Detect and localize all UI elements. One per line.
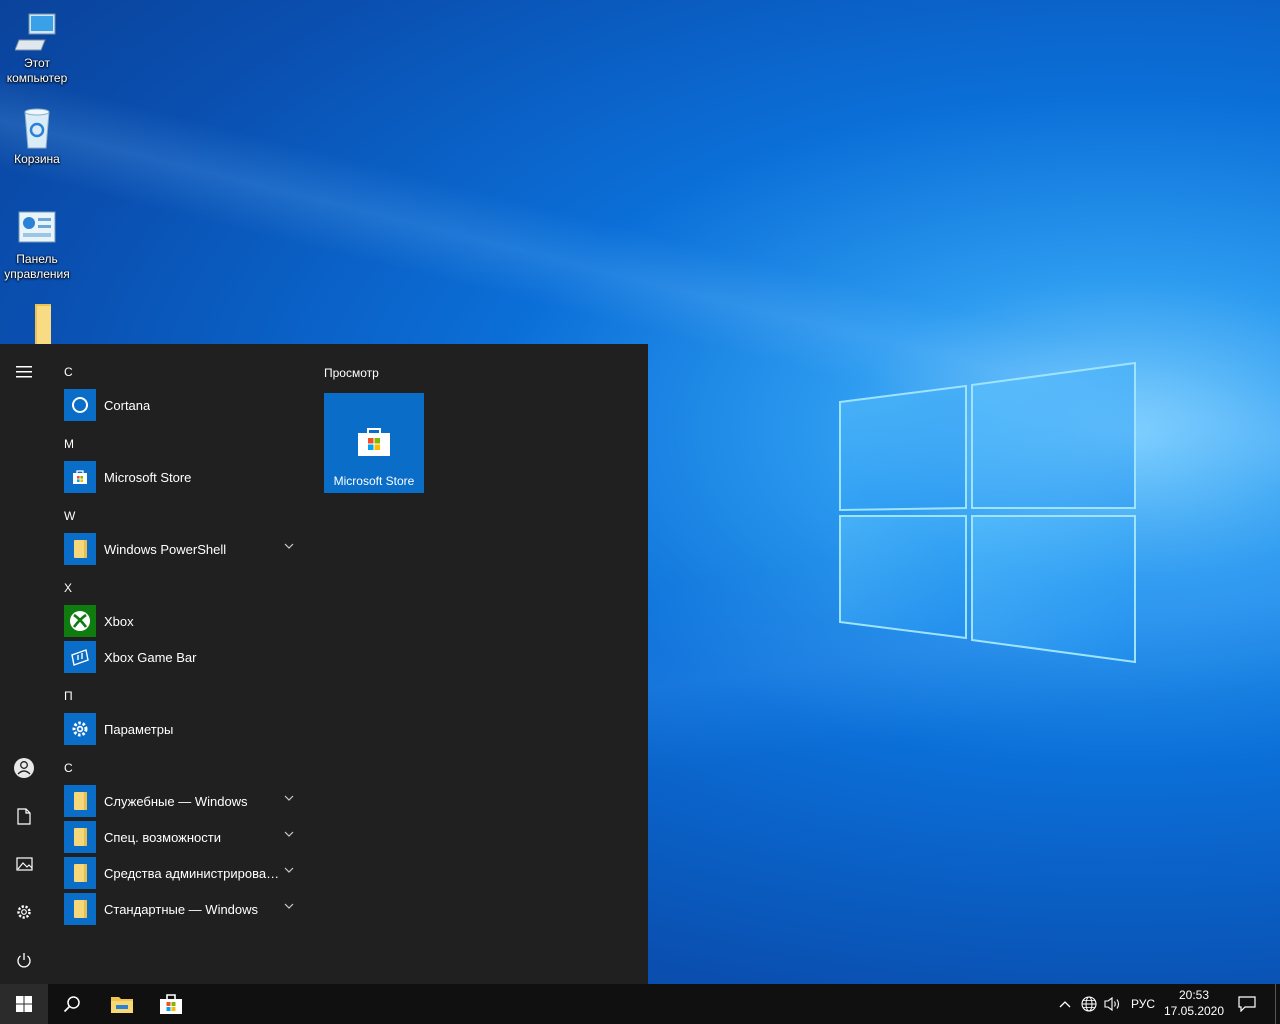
chevron-up-icon [1059,1001,1071,1008]
start-button[interactable] [0,984,48,1024]
letter-header[interactable]: X [64,581,72,595]
desktop-icon-folder[interactable] [0,302,74,348]
network-button[interactable] [1078,984,1100,1024]
notification-icon [1238,996,1256,1012]
list-item-windows-tools[interactable]: Служебные — Windows [64,785,304,817]
app-name: Xbox [104,613,134,629]
start-menu-rail [0,344,48,984]
folder-icon [73,540,87,558]
game-bar-icon [71,649,89,666]
tile-group-title[interactable]: Просмотр [324,366,379,380]
chevron-down-icon [284,795,294,801]
language-indicator[interactable]: РУС [1126,984,1160,1024]
app-list: C Cortana M Microsoft Store W Windows Po… [48,344,310,984]
start-menu: C Cortana M Microsoft Store W Windows Po… [0,344,648,984]
letter-header[interactable]: W [64,509,75,523]
control-panel-icon [18,211,56,243]
chevron-down-icon [284,867,294,873]
list-item-cortana[interactable]: Cortana [64,389,304,421]
file-explorer-button[interactable] [98,984,146,1024]
desktop-icon-label: управления [4,267,70,281]
power-icon [17,952,31,967]
settings-button[interactable] [0,888,48,936]
app-name: Средства администрирования… [104,865,280,881]
list-item-windows-powershell[interactable]: Windows PowerShell [64,533,304,565]
app-name: Cortana [104,397,151,413]
list-item-accessibility[interactable]: Спец. возможности [64,821,304,853]
windows-logo-wallpaper [839,361,1136,664]
letter-header[interactable]: C [64,365,73,379]
letter-header[interactable]: С [64,761,73,775]
clock-time: 20:53 [1178,988,1210,1002]
file-explorer-icon [111,997,133,1013]
pictures-icon [15,857,33,871]
action-center-button[interactable] [1232,984,1262,1024]
app-name: Windows PowerShell [104,541,227,557]
account-button[interactable] [0,744,48,792]
power-button[interactable] [0,936,48,984]
settings-icon [17,905,31,919]
settings-gear-icon [72,721,88,737]
tile-microsoft-store[interactable]: Microsoft Store [324,393,424,493]
chevron-down-icon [284,903,294,909]
speaker-icon [1104,996,1120,1012]
documents-icon [17,807,31,825]
app-name: Microsoft Store [104,469,192,485]
clock-date: 17.05.2020 [1163,1004,1225,1018]
expand-menu-button[interactable] [0,348,48,396]
computer-icon [15,13,56,51]
desktop-icon-label: Этот [24,56,50,70]
start-icon [16,996,32,1012]
store-icon [358,428,390,456]
show-desktop-button[interactable] [1275,984,1276,1024]
desktop-icon-label: Панель [16,252,58,266]
list-item-settings[interactable]: Параметры [64,713,304,745]
app-name: Стандартные — Windows [104,901,259,917]
volume-button[interactable] [1102,984,1124,1024]
folder-icon [73,900,87,918]
show-hidden-icons-button[interactable] [1054,984,1076,1024]
network-globe-icon [1081,996,1097,1012]
documents-button[interactable] [0,792,48,840]
list-item-xbox-game-bar[interactable]: Xbox Game Bar [64,641,304,673]
tile-label: Microsoft Store [333,474,415,488]
folder-icon [73,864,87,882]
list-item-microsoft-store[interactable]: Microsoft Store [64,461,304,493]
hamburger-menu-icon [16,366,32,378]
pictures-button[interactable] [0,840,48,888]
desktop-icon-control-panel[interactable]: Панель управления [0,206,74,282]
folder-icon [73,792,87,810]
app-name: Параметры [104,721,174,737]
folder-icon [73,828,87,846]
search-icon [63,996,80,1013]
taskbar: РУС 20:53 17.05.2020 [0,984,1280,1024]
desktop-icon-label: Корзина [14,152,60,166]
desktop-icon-label: компьютер [6,71,68,85]
recycle-bin-icon [24,108,50,149]
store-taskbar-button[interactable] [147,984,195,1024]
user-icon [14,758,34,778]
list-item-admin-tools[interactable]: Средства администрирования… [64,857,304,889]
xbox-icon [70,611,90,631]
desktop-icon-this-pc[interactable]: Этот компьютер [0,10,74,86]
app-name: Спец. возможности [104,829,221,845]
search-button[interactable] [48,984,96,1024]
letter-header[interactable]: M [64,437,74,451]
list-item-xbox[interactable]: Xbox [64,605,304,637]
store-icon [73,470,87,484]
chevron-down-icon [284,831,294,837]
tiles-area: Просмотр Microsoft Store [310,344,648,984]
cortana-icon [72,397,88,413]
list-item-accessories[interactable]: Стандартные — Windows [64,893,304,925]
store-icon [160,994,182,1014]
app-name: Xbox Game Bar [104,649,197,665]
letter-header[interactable]: П [64,689,73,703]
chevron-down-icon [284,543,294,549]
clock[interactable]: 20:53 17.05.2020 [1160,987,1228,1019]
desktop-icon-recycle-bin[interactable]: Корзина [0,106,74,167]
app-name: Служебные — Windows [104,793,248,809]
folder-icon [35,304,51,344]
